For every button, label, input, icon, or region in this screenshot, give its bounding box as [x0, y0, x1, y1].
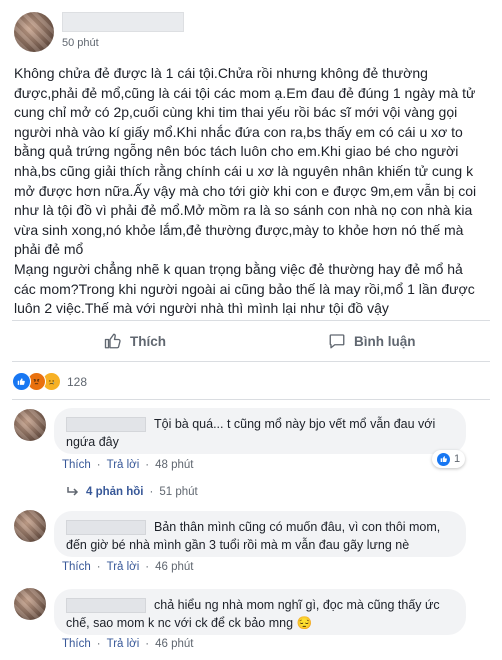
comment-avatar[interactable] — [14, 510, 46, 542]
comment-like-count[interactable]: 1 — [432, 450, 466, 468]
post-action-bar: Thích Bình luận — [12, 320, 490, 362]
comment-bubble: Tội bà quá... t cũng mổ này bjo vết mổ v… — [54, 408, 466, 454]
replies-time: 51 phút — [159, 486, 198, 498]
poster-name-redacted[interactable] — [62, 12, 184, 32]
view-replies-link[interactable]: 4 phản hồi · 51 phút — [66, 486, 198, 498]
comment-reply-link[interactable]: Trả lời — [107, 459, 140, 471]
like-label: Thích — [130, 333, 166, 349]
comment-meta: Thích · Trả lời · 48 phút — [62, 459, 194, 471]
comment-time[interactable]: 48 phút — [155, 459, 193, 471]
comments-divider — [12, 399, 490, 400]
comment-reply-link[interactable]: Trả lời — [107, 638, 140, 650]
poster-avatar[interactable] — [14, 12, 54, 52]
comment-time[interactable]: 46 phút — [155, 561, 193, 573]
comment-avatar[interactable] — [14, 588, 46, 620]
comment-label: Bình luận — [354, 333, 416, 349]
reply-arrow-icon — [67, 487, 79, 496]
commenter-name-redacted[interactable] — [66, 598, 146, 614]
comment-avatar[interactable] — [14, 409, 46, 441]
comment-bubble: Bản thân mình cũng có muốn đâu, vì con t… — [54, 511, 466, 557]
comment-bubble: chả hiểu ng nhà mom nghĩ gì, đọc mà cũng… — [54, 589, 466, 635]
commenter-name-redacted[interactable] — [66, 417, 146, 433]
comment-like-link[interactable]: Thích — [62, 561, 91, 573]
commenter-name-redacted[interactable] — [66, 520, 146, 536]
like-reaction-icon — [12, 372, 31, 391]
like-button[interactable]: Thích — [104, 321, 166, 361]
post-text: Không chửa đẻ được là 1 cái tội.Chửa rồi… — [14, 65, 477, 317]
thumbs-up-icon — [104, 333, 121, 349]
replies-count: 4 phản hồi — [86, 486, 144, 498]
comment-icon — [329, 334, 345, 349]
reaction-count: 128 — [67, 374, 88, 389]
reaction-summary[interactable]: 128 — [12, 372, 87, 391]
like-count: 1 — [454, 453, 461, 465]
comment-like-link[interactable]: Thích — [62, 638, 91, 650]
comment-reply-link[interactable]: Trả lời — [107, 561, 140, 573]
comment-meta: Thích · Trả lời · 46 phút — [62, 638, 194, 650]
like-reaction-icon — [437, 452, 450, 466]
post-timestamp[interactable]: 50 phút — [62, 37, 99, 49]
comment-button[interactable]: Bình luận — [328, 321, 416, 361]
comment-like-link[interactable]: Thích — [62, 459, 91, 471]
comment-meta: Thích · Trả lời · 46 phút — [62, 561, 194, 573]
comment-time[interactable]: 46 phút — [155, 638, 193, 650]
